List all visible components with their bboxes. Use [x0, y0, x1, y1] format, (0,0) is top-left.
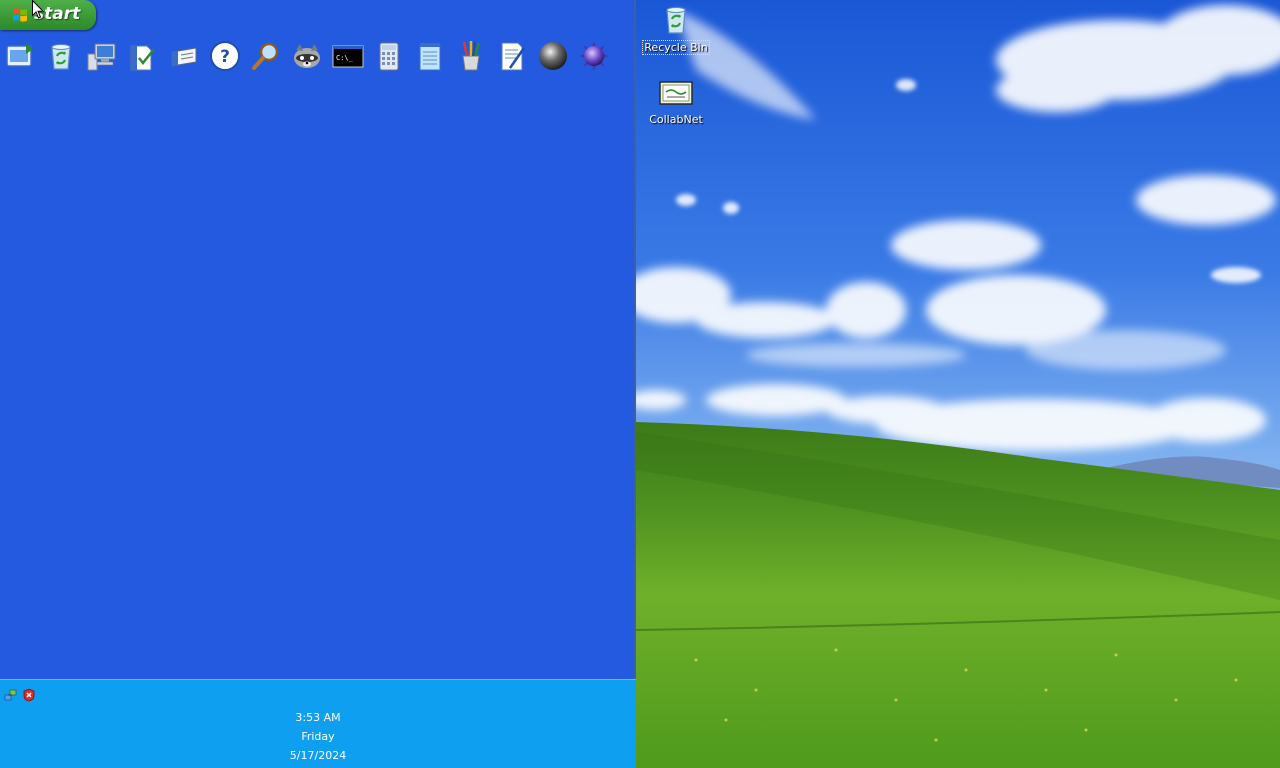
screen: start ? C:\_ 3:53 AM Friday 5/17/2024 Re… — [0, 0, 1280, 768]
my-computer-icon[interactable] — [86, 40, 118, 72]
security-alert-tray-icon[interactable] — [22, 688, 36, 702]
recycle-bin-icon[interactable] — [45, 40, 77, 72]
clock-time: 3:53 AM — [295, 711, 341, 724]
run-icon[interactable] — [168, 40, 200, 72]
raccoon-icon[interactable] — [291, 40, 323, 72]
command-prompt-icon[interactable]: C:\_ — [332, 40, 364, 72]
paint-icon[interactable] — [455, 40, 487, 72]
svg-text:C:\_: C:\_ — [336, 54, 354, 62]
start-label: start — [34, 4, 81, 24]
sphere-icon[interactable] — [537, 40, 569, 72]
calculator-icon[interactable] — [373, 40, 405, 72]
bliss-wallpaper — [636, 0, 1280, 768]
clock-day: Friday — [301, 730, 335, 743]
desktop[interactable]: Recycle Bin CollabNet — [636, 0, 1280, 768]
start-button[interactable]: start — [0, 0, 96, 30]
my-documents-icon[interactable] — [127, 40, 159, 72]
recycle-bin-icon — [666, 7, 686, 34]
help-icon[interactable]: ? — [209, 40, 241, 72]
network-tray-icon[interactable] — [4, 688, 18, 702]
svg-text:?: ? — [220, 47, 230, 67]
desktop-icon-recycle-bin[interactable]: Recycle Bin — [636, 4, 716, 55]
show-desktop-icon[interactable] — [4, 40, 36, 72]
tray-icons — [4, 688, 36, 702]
search-icon[interactable] — [250, 40, 282, 72]
windows-logo-icon — [13, 8, 27, 22]
desktop-icon-label: Recycle Bin — [642, 40, 710, 55]
desktop-icon-label: CollabNet — [649, 113, 703, 126]
notification-area: 3:53 AM Friday 5/17/2024 — [0, 679, 636, 768]
spiky-ball-icon[interactable] — [578, 40, 610, 72]
notepad-icon[interactable] — [414, 40, 446, 72]
wordpad-icon[interactable] — [496, 40, 528, 72]
clock[interactable]: 3:53 AM Friday 5/17/2024 — [0, 708, 636, 765]
clock-date: 5/17/2024 — [289, 749, 347, 762]
taskbar: start ? C:\_ 3:53 AM Friday 5/17/2024 — [0, 0, 636, 768]
collabnet-icon — [659, 81, 693, 105]
desktop-icon-collabnet[interactable]: CollabNet — [636, 80, 716, 127]
quick-launch-toolbar: ? C:\_ — [4, 40, 610, 74]
